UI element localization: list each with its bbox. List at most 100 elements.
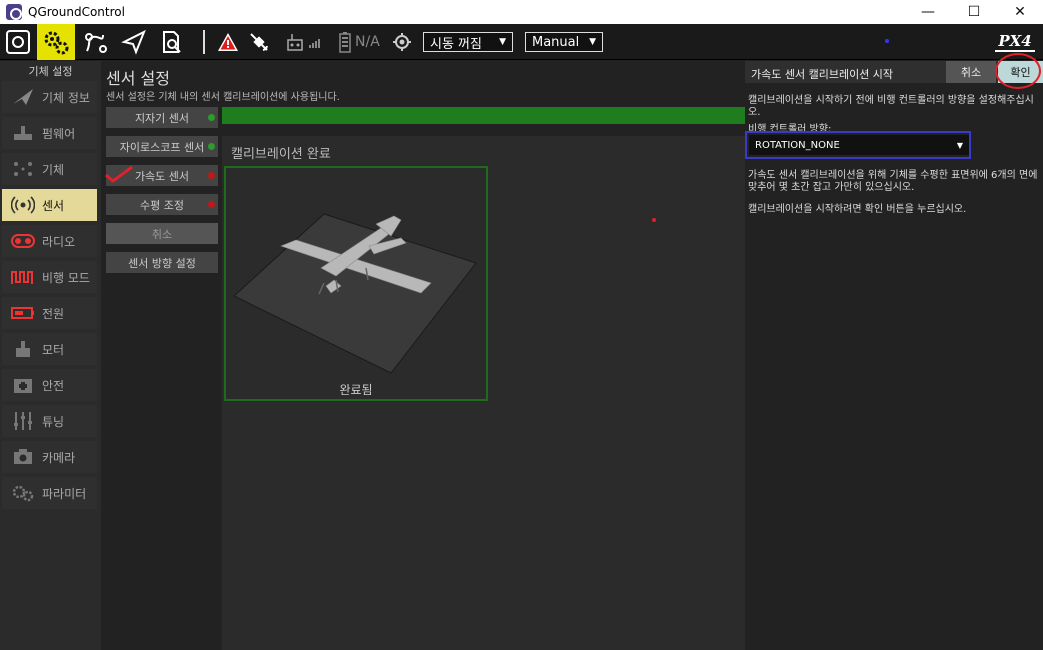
sensor-button-4[interactable]: 취소 [106,223,218,244]
instruction-press-ok: 캘리브레이션을 시작하려면 확인 버튼을 누르십시오. [748,204,967,215]
parameter-icon [10,483,36,503]
orientation-complete-card: 완료됨 [224,166,488,401]
flight-mode-label: Manual [532,34,580,50]
sidebar-item-label: 기체 정보 [42,90,90,105]
camera-icon [10,447,36,467]
plane-icon [10,87,36,107]
sensor-button-label: 자이로스코프 센서 [119,140,205,154]
plan-route-icon[interactable] [82,24,110,60]
sidebar-item-sensor[interactable]: 센서 [2,189,97,221]
sidebar-item-label: 튜닝 [42,414,65,429]
red-dot-marker [652,218,656,222]
battery-text: N/A [355,34,380,50]
sidebar-item-camera[interactable]: 카메라 [2,441,97,473]
firmware-icon [10,123,36,143]
motor-icon [10,339,36,359]
tuning-icon [10,411,36,431]
sidebar-item-flight-mode[interactable]: 비행 모드 [2,261,97,293]
red-circle-annotation [995,53,1041,89]
calibration-area: 캘리브레이션 완료 완료됨 [222,136,745,650]
sensor-button-3[interactable]: 수평 조정 [106,194,218,215]
accel-calibration-panel: 가속도 센서 캘리브레이션 시작 취소 확인 캘리브레이션을 시작하기 전에 비… [745,53,1043,650]
maximize-button[interactable]: ☐ [951,0,997,24]
close-button[interactable]: ✕ [997,0,1043,24]
sensor-button-label: 가속도 센서 [134,169,190,183]
warning-icon[interactable] [215,24,241,60]
sensor-button-label: 취소 [151,227,173,241]
sidebar-item-label: 모터 [42,342,65,357]
analyze-icon[interactable] [158,24,186,60]
sensor-button-label: 센서 방향 설정 [128,256,196,270]
chevron-down-icon: ▼ [589,37,596,47]
sensor-button-label: 수평 조정 [140,198,184,212]
instruction-set-orientation: 캘리브레이션을 시작하기 전에 비행 컨트롤러의 방향을 설정해주십시오. [748,95,1034,118]
fly-send-icon[interactable] [120,24,148,60]
sensor-button-5[interactable]: 센서 방향 설정 [106,252,218,273]
chevron-down-icon: ▼ [956,140,963,150]
arm-status-select[interactable]: 시동 꺼짐 ▼ [423,32,513,52]
sidebar-item-radio[interactable]: 라디오 [2,225,97,257]
rc-transmitter-icon[interactable] [284,24,306,60]
setup-sidebar: 기체 설정 기체 정보펌웨어기체센서라디오비행 모드전원모터안전튜닝카메라파라미… [0,61,101,650]
gps-locate-icon[interactable] [392,24,412,60]
flight-mode-icon [10,267,36,287]
airframe-icon [10,159,36,179]
qgc-app-icon [6,4,22,20]
sidebar-item-label: 파라미터 [42,486,87,501]
sidebar-item-plane[interactable]: 기체 정보 [2,81,97,113]
gps-satellite-icon[interactable] [246,24,272,60]
sidebar-item-tuning[interactable]: 튜닝 [2,405,97,437]
sidebar-item-safety[interactable]: 안전 [2,369,97,401]
safety-icon [10,375,36,395]
window-titlebar: QGroundControl — ☐ ✕ [0,0,1043,24]
cancel-button[interactable]: 취소 [946,61,996,83]
sensor-setup-page: 센서 설정 센서 설정은 기체 내의 센서 캘리브레이션에 사용됩니다. 지자기… [101,61,745,650]
qgc-logo-icon[interactable] [4,24,32,60]
status-dot-green [208,114,215,121]
orientation-value: ROTATION_NONE [755,139,840,151]
setup-gears-icon[interactable] [37,24,75,60]
sensor-button-0[interactable]: 지자기 센서 [106,107,218,128]
airplane-on-board-image [233,213,477,374]
panel-title: 가속도 센서 캘리브레이션 시작 [751,68,894,81]
sidebar-item-label: 기체 [42,162,65,177]
minimize-button[interactable]: — [905,0,951,24]
sidebar-item-label: 라디오 [42,234,76,249]
sidebar-item-label: 카메라 [42,450,76,465]
flight-mode-select[interactable]: Manual ▼ [525,32,603,52]
sidebar-item-firmware[interactable]: 펌웨어 [2,117,97,149]
page-title: 센서 설정 [106,69,170,88]
toolbar-divider [203,30,205,54]
progress-fill [222,107,745,124]
sensor-button-1[interactable]: 자이로스코프 센서 [106,136,218,157]
done-label: 완료됨 [339,383,373,397]
sidebar-item-label: 비행 모드 [42,270,90,285]
sensor-button-label: 지자기 센서 [134,111,190,125]
calibration-progress-bar [222,107,745,124]
rc-signal-icon [307,24,323,60]
window-title: QGroundControl [28,5,125,19]
sidebar-header: 기체 설정 [28,65,73,78]
battery-icon [10,303,36,323]
page-subtitle: 센서 설정은 기체 내의 센서 캘리브레이션에 사용됩니다. [106,92,340,103]
main-toolbar: N/A 시동 꺼짐 ▼ Manual ▼ PX4 [0,24,1043,60]
calibration-heading: 캘리브레이션 완료 [231,147,331,162]
blue-dot-marker [885,39,889,43]
sensor-icon [10,195,36,215]
instruction-six-sides: 가속도 센서 캘리브레이션을 위해 기체를 수평한 표면위에 6개의 면에 맞추… [748,170,1038,193]
chevron-down-icon: ▼ [499,37,506,47]
sidebar-item-label: 센서 [42,198,65,213]
sidebar-item-label: 펌웨어 [42,126,76,141]
battery-status-icon[interactable] [338,24,352,60]
sidebar-item-parameter[interactable]: 파라미터 [2,477,97,509]
sidebar-item-motor[interactable]: 모터 [2,333,97,365]
sidebar-item-battery[interactable]: 전원 [2,297,97,329]
red-check-annotation [105,165,133,183]
px4-logo: PX4 [995,32,1035,52]
status-dot-green [208,143,215,150]
arm-status-label: 시동 꺼짐 [430,36,482,52]
status-dot-red [208,201,215,208]
sidebar-item-airframe[interactable]: 기체 [2,153,97,185]
sidebar-item-label: 안전 [42,378,65,393]
orientation-select[interactable]: ROTATION_NONE ▼ [749,135,969,155]
